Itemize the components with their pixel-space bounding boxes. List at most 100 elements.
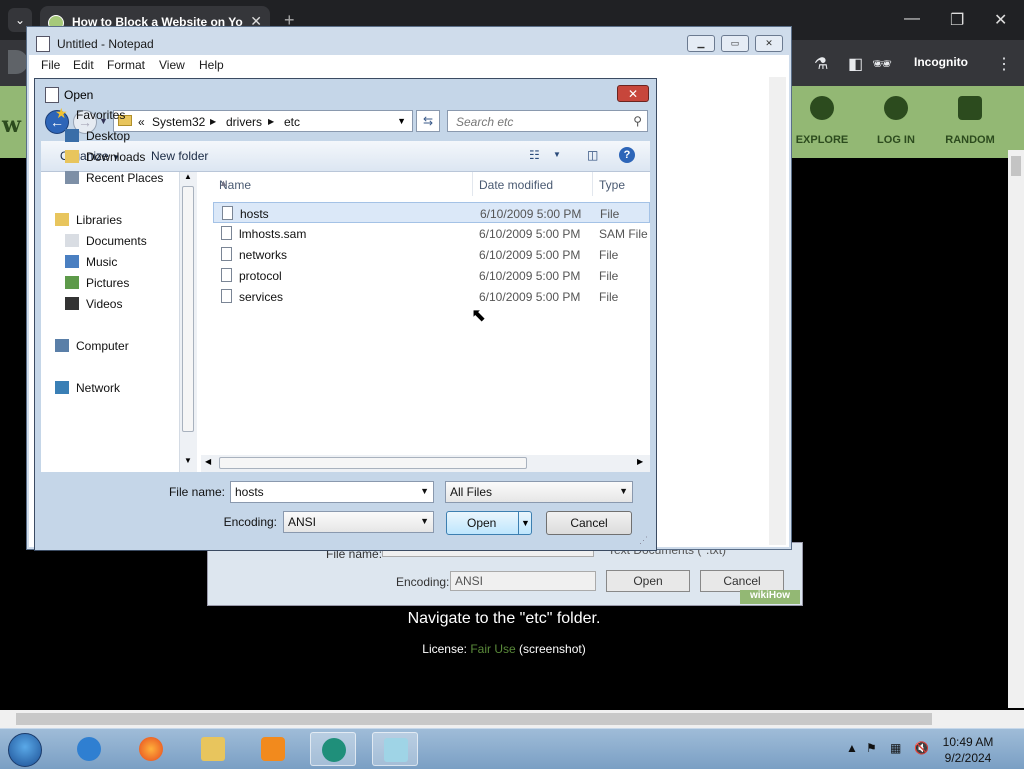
notepad-scrollbar[interactable] xyxy=(769,77,786,545)
music-icon xyxy=(65,255,79,268)
nav-random-label: RANDOM xyxy=(945,134,995,146)
notepad-maximize-button[interactable]: ▭ xyxy=(721,35,749,52)
browser-app-icon xyxy=(322,738,346,762)
chrome-taskbar-button[interactable] xyxy=(310,732,356,766)
view-dropdown-icon[interactable]: ▼ xyxy=(553,150,561,159)
page-horizontal-scrollbar[interactable] xyxy=(0,710,1024,728)
nav-pane-label: Desktop xyxy=(86,129,131,143)
firefox-taskbar-button[interactable] xyxy=(128,732,174,766)
search-input[interactable]: Search etc ⚲ xyxy=(447,110,648,132)
view-options-icon[interactable]: ☷ xyxy=(529,148,540,162)
file-row-networks[interactable]: networks 6/10/2009 5:00 PM File xyxy=(213,244,650,265)
browser-menu-icon[interactable]: ⋮ xyxy=(996,54,1012,74)
encoding-dropdown-icon[interactable]: ▼ xyxy=(420,516,429,526)
side-panel-icon[interactable]: ◧ xyxy=(848,54,863,74)
scroll-left-icon[interactable]: ◀ xyxy=(205,457,211,466)
nav-pane-item-downloads[interactable]: Downloads xyxy=(65,147,215,167)
nav-login[interactable]: LOG IN xyxy=(864,96,928,146)
file-list: Name ▲ Date modified Type hosts 6/10/2009 … xyxy=(201,172,650,472)
file-name-input[interactable]: hosts ▼ xyxy=(230,481,434,503)
file-list-horizontal-scrollbar[interactable]: ◀ ▶ xyxy=(201,455,650,472)
pictures-icon xyxy=(65,276,79,289)
scroll-down-icon[interactable]: ▼ xyxy=(184,456,192,465)
fair-use-link[interactable]: Fair Use xyxy=(470,642,515,656)
start-button[interactable] xyxy=(8,733,42,767)
screenshot-dialog-remnant: File name: Text Documents (*.txt) Encodi… xyxy=(207,542,803,606)
menu-file[interactable]: File xyxy=(41,58,60,72)
notepad-minimize-button[interactable]: ▁ xyxy=(687,35,715,52)
open-split-dropdown-icon[interactable]: ▼ xyxy=(518,511,532,535)
refresh-icon[interactable]: ⇆ xyxy=(416,110,440,132)
window-close-icon[interactable]: ✕ xyxy=(994,10,1007,30)
notepad-taskbar-button[interactable] xyxy=(372,732,418,766)
menu-help[interactable]: Help xyxy=(199,58,224,72)
nav-pane-item-favorites[interactable]: ★ Favorites xyxy=(55,105,205,125)
action-center-flag-icon[interactable]: ⚑ xyxy=(866,741,877,755)
dialog-close-button[interactable]: ✕ xyxy=(617,85,649,102)
scroll-up-icon[interactable]: ▲ xyxy=(184,172,192,181)
encoding-select[interactable]: ANSI ▼ xyxy=(283,511,434,533)
column-type[interactable]: Type xyxy=(593,172,650,196)
nav-random[interactable]: RANDOM xyxy=(938,96,1002,146)
preview-pane-icon[interactable]: ◫ xyxy=(587,148,598,162)
file-type: File xyxy=(600,207,620,221)
explorer-taskbar-button[interactable] xyxy=(190,732,236,766)
file-row-protocol[interactable]: protocol 6/10/2009 5:00 PM File xyxy=(213,265,650,286)
file-date-modified: 6/10/2009 5:00 PM xyxy=(479,290,581,304)
breadcrumb-separator-icon[interactable]: ▶ xyxy=(268,117,274,126)
file-row-services[interactable]: services 6/10/2009 5:00 PM File xyxy=(213,286,650,307)
file-date-modified: 6/10/2009 5:00 PM xyxy=(479,248,581,262)
breadcrumb-drivers[interactable]: drivers xyxy=(226,115,262,129)
file-row-hosts[interactable]: hosts 6/10/2009 5:00 PM File xyxy=(213,202,650,223)
search-icon: ⚲ xyxy=(633,114,642,128)
page-scroll-thumb[interactable] xyxy=(1011,156,1021,176)
compass-icon xyxy=(810,96,834,120)
help-icon[interactable]: ? xyxy=(619,147,635,163)
labs-flask-icon[interactable]: ⚗ xyxy=(814,54,828,74)
file-type: File xyxy=(599,269,619,283)
network-tray-icon[interactable]: ▦ xyxy=(890,741,901,755)
menu-view[interactable]: View xyxy=(159,58,185,72)
minimize-icon[interactable]: — xyxy=(904,10,920,28)
computer-icon xyxy=(55,339,69,352)
file-type-dropdown-icon[interactable]: ▼ xyxy=(619,486,628,496)
file-list-scroll-thumb[interactable] xyxy=(219,457,527,469)
back-button[interactable] xyxy=(8,50,28,74)
restore-icon[interactable]: ❐ xyxy=(950,10,964,30)
media-player-taskbar-button[interactable] xyxy=(250,732,296,766)
nav-pane-item-desktop[interactable]: Desktop xyxy=(65,126,215,146)
file-name-label: File name: xyxy=(168,485,225,499)
breadcrumb-separator-icon[interactable]: ▶ xyxy=(210,117,216,126)
file-row-lmhosts-sam[interactable]: lmhosts.sam 6/10/2009 5:00 PM SAM File xyxy=(213,223,650,244)
internet-explorer-taskbar-button[interactable] xyxy=(66,732,112,766)
taskbar-clock[interactable]: 10:49 AM 9/2/2024 xyxy=(938,734,998,766)
nav-pane-label: Favorites xyxy=(76,108,126,122)
notepad-close-button[interactable]: ✕ xyxy=(755,35,783,52)
file-name-dropdown-icon[interactable]: ▼ xyxy=(420,486,429,496)
column-name[interactable]: Name ▲ xyxy=(213,172,473,196)
page-hscroll-thumb[interactable] xyxy=(16,713,932,725)
address-dropdown-icon[interactable]: ▼ xyxy=(397,116,406,126)
user-icon xyxy=(884,96,908,120)
navigation-pane-scroll-thumb[interactable] xyxy=(182,186,194,432)
incognito-icon: 🕶 xyxy=(872,56,893,73)
cancel-button[interactable]: Cancel xyxy=(546,511,632,535)
file-icon xyxy=(221,289,232,303)
breadcrumb-etc[interactable]: etc xyxy=(284,115,300,129)
menu-format[interactable]: Format xyxy=(107,58,145,72)
file-type-select[interactable]: All Files ▼ xyxy=(445,481,633,503)
column-date-modified[interactable]: Date modified xyxy=(473,172,593,196)
resize-grip-icon[interactable]: ⋰ xyxy=(639,535,648,546)
scroll-right-icon[interactable]: ▶ xyxy=(637,457,643,466)
page-scrollbar[interactable] xyxy=(1008,150,1024,708)
menu-edit[interactable]: Edit xyxy=(73,58,94,72)
file-date-modified: 6/10/2009 5:00 PM xyxy=(480,207,582,221)
file-type-value: All Files xyxy=(450,485,493,499)
navigation-pane-scrollbar[interactable]: ▲ ▼ xyxy=(179,172,197,472)
show-hidden-icons-icon[interactable]: ▲ xyxy=(846,741,858,755)
bg-cancel-button: Cancel xyxy=(700,570,784,592)
nav-explore[interactable]: EXPLORE xyxy=(790,96,854,146)
clock-time: 10:49 AM xyxy=(942,735,994,749)
volume-muted-icon[interactable]: 🔇 xyxy=(914,741,929,755)
wikihow-logo[interactable]: w xyxy=(2,112,21,138)
